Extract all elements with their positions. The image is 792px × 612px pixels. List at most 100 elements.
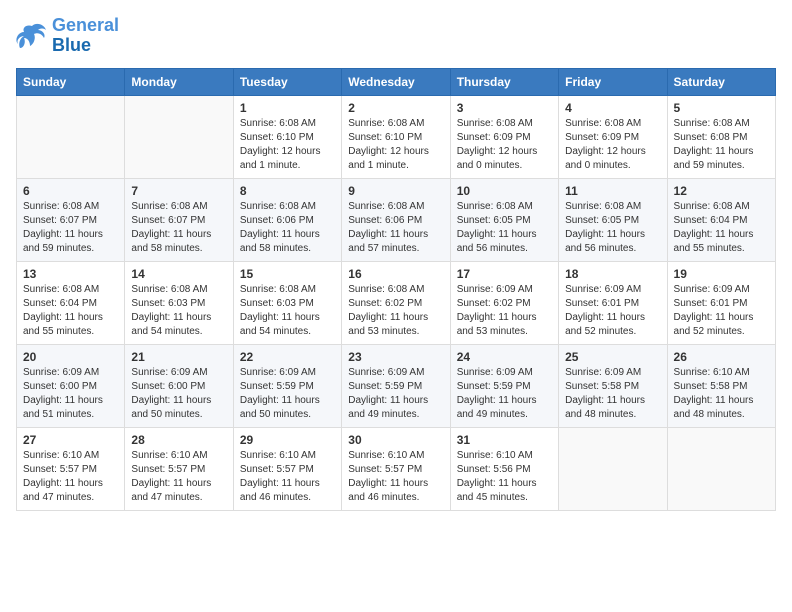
day-info: Sunrise: 6:10 AM Sunset: 5:57 PM Dayligh… [131, 449, 226, 505]
weekday-header: Tuesday [233, 68, 341, 95]
day-info: Sunrise: 6:10 AM Sunset: 5:57 PM Dayligh… [240, 449, 335, 505]
calendar-cell: 27 Sunrise: 6:10 AM Sunset: 5:57 PM Dayli… [17, 427, 125, 510]
day-number: 29 [240, 433, 335, 447]
calendar-cell: 12 Sunrise: 6:08 AM Sunset: 6:04 PM Dayli… [667, 178, 775, 261]
day-number: 1 [240, 101, 335, 115]
calendar-cell: 6 Sunrise: 6:08 AM Sunset: 6:07 PM Daylig… [17, 178, 125, 261]
calendar-cell: 2 Sunrise: 6:08 AM Sunset: 6:10 PM Daylig… [342, 95, 450, 178]
weekday-header: Wednesday [342, 68, 450, 95]
calendar-cell: 7Sunrise: 6:08 AM Sunset: 6:07 PM Daylig… [125, 178, 233, 261]
weekday-header: Thursday [450, 68, 558, 95]
day-number: 30 [348, 433, 443, 447]
calendar-cell: 22 Sunrise: 6:09 AM Sunset: 5:59 PM Dayli… [233, 344, 341, 427]
day-info: Sunrise: 6:08 AM Sunset: 6:04 PM Dayligh… [23, 283, 118, 339]
calendar-cell: 10 Sunrise: 6:08 AM Sunset: 6:05 PM Dayli… [450, 178, 558, 261]
day-info: Sunrise: 6:08 AM Sunset: 6:05 PM Dayligh… [565, 200, 660, 256]
day-number: 21 [131, 350, 226, 364]
day-info: Sunrise: 6:09 AM Sunset: 6:00 PM Dayligh… [131, 366, 226, 422]
calendar-cell: 13 Sunrise: 6:08 AM Sunset: 6:04 PM Dayli… [17, 261, 125, 344]
calendar-week-row: 20 Sunrise: 6:09 AM Sunset: 6:00 PM Dayli… [17, 344, 776, 427]
calendar-cell [667, 427, 775, 510]
day-info: Sunrise: 6:08 AM Sunset: 6:02 PM Dayligh… [348, 283, 443, 339]
calendar-cell: 25Sunrise: 6:09 AM Sunset: 5:58 PM Dayli… [559, 344, 667, 427]
calendar-cell: 24 Sunrise: 6:09 AM Sunset: 5:59 PM Dayli… [450, 344, 558, 427]
day-number: 8 [240, 184, 335, 198]
day-number: 10 [457, 184, 552, 198]
day-info: Sunrise: 6:10 AM Sunset: 5:57 PM Dayligh… [348, 449, 443, 505]
day-info: Sunrise: 6:10 AM Sunset: 5:58 PM Dayligh… [674, 366, 769, 422]
day-info: Sunrise: 6:08 AM Sunset: 6:08 PM Dayligh… [674, 117, 769, 173]
day-number: 22 [240, 350, 335, 364]
day-number: 17 [457, 267, 552, 281]
calendar-cell: 1 Sunrise: 6:08 AM Sunset: 6:10 PM Daylig… [233, 95, 341, 178]
day-info: Sunrise: 6:09 AM Sunset: 5:59 PM Dayligh… [240, 366, 335, 422]
weekday-header: Monday [125, 68, 233, 95]
logo: General Blue [16, 16, 119, 56]
weekday-header: Friday [559, 68, 667, 95]
day-info: Sunrise: 6:08 AM Sunset: 6:04 PM Dayligh… [674, 200, 769, 256]
day-info: Sunrise: 6:08 AM Sunset: 6:10 PM Dayligh… [240, 117, 335, 173]
calendar-cell: 14 Sunrise: 6:08 AM Sunset: 6:03 PM Dayli… [125, 261, 233, 344]
day-number: 26 [674, 350, 769, 364]
day-info: Sunrise: 6:08 AM Sunset: 6:03 PM Dayligh… [240, 283, 335, 339]
calendar-header: SundayMondayTuesdayWednesdayThursdayFrid… [17, 68, 776, 95]
day-number: 6 [23, 184, 118, 198]
day-info: Sunrise: 6:08 AM Sunset: 6:06 PM Dayligh… [348, 200, 443, 256]
day-info: Sunrise: 6:08 AM Sunset: 6:06 PM Dayligh… [240, 200, 335, 256]
day-number: 2 [348, 101, 443, 115]
calendar-cell: 5Sunrise: 6:08 AM Sunset: 6:08 PM Daylig… [667, 95, 775, 178]
calendar-week-row: 1 Sunrise: 6:08 AM Sunset: 6:10 PM Daylig… [17, 95, 776, 178]
calendar-cell: 17 Sunrise: 6:09 AM Sunset: 6:02 PM Dayli… [450, 261, 558, 344]
calendar-cell: 19 Sunrise: 6:09 AM Sunset: 6:01 PM Dayli… [667, 261, 775, 344]
calendar-week-row: 13 Sunrise: 6:08 AM Sunset: 6:04 PM Dayli… [17, 261, 776, 344]
calendar-cell: 20Sunrise: 6:09 AM Sunset: 6:00 PM Dayli… [17, 344, 125, 427]
day-number: 13 [23, 267, 118, 281]
day-info: Sunrise: 6:08 AM Sunset: 6:09 PM Dayligh… [565, 117, 660, 173]
calendar-week-row: 6 Sunrise: 6:08 AM Sunset: 6:07 PM Daylig… [17, 178, 776, 261]
calendar-cell: 18Sunrise: 6:09 AM Sunset: 6:01 PM Dayli… [559, 261, 667, 344]
day-info: Sunrise: 6:08 AM Sunset: 6:03 PM Dayligh… [131, 283, 226, 339]
day-number: 9 [348, 184, 443, 198]
calendar-cell: 4 Sunrise: 6:08 AM Sunset: 6:09 PM Daylig… [559, 95, 667, 178]
calendar-cell: 9 Sunrise: 6:08 AM Sunset: 6:06 PM Daylig… [342, 178, 450, 261]
day-number: 31 [457, 433, 552, 447]
calendar-cell: 26 Sunrise: 6:10 AM Sunset: 5:58 PM Dayli… [667, 344, 775, 427]
day-number: 28 [131, 433, 226, 447]
calendar-week-row: 27 Sunrise: 6:10 AM Sunset: 5:57 PM Dayli… [17, 427, 776, 510]
day-number: 16 [348, 267, 443, 281]
day-info: Sunrise: 6:09 AM Sunset: 5:59 PM Dayligh… [457, 366, 552, 422]
calendar-table: SundayMondayTuesdayWednesdayThursdayFrid… [16, 68, 776, 511]
page-header: General Blue [16, 16, 776, 56]
calendar-cell: 31 Sunrise: 6:10 AM Sunset: 5:56 PM Dayli… [450, 427, 558, 510]
day-number: 27 [23, 433, 118, 447]
calendar-cell: 11Sunrise: 6:08 AM Sunset: 6:05 PM Dayli… [559, 178, 667, 261]
logo-text: General Blue [52, 16, 119, 56]
day-info: Sunrise: 6:10 AM Sunset: 5:57 PM Dayligh… [23, 449, 118, 505]
calendar-cell: 15 Sunrise: 6:08 AM Sunset: 6:03 PM Dayli… [233, 261, 341, 344]
day-info: Sunrise: 6:10 AM Sunset: 5:56 PM Dayligh… [457, 449, 552, 505]
day-info: Sunrise: 6:09 AM Sunset: 6:02 PM Dayligh… [457, 283, 552, 339]
day-number: 23 [348, 350, 443, 364]
day-number: 14 [131, 267, 226, 281]
day-info: Sunrise: 6:08 AM Sunset: 6:05 PM Dayligh… [457, 200, 552, 256]
day-info: Sunrise: 6:09 AM Sunset: 6:01 PM Dayligh… [674, 283, 769, 339]
calendar-cell: 3Sunrise: 6:08 AM Sunset: 6:09 PM Daylig… [450, 95, 558, 178]
calendar-cell [17, 95, 125, 178]
day-info: Sunrise: 6:08 AM Sunset: 6:10 PM Dayligh… [348, 117, 443, 173]
calendar-cell [559, 427, 667, 510]
calendar-cell [125, 95, 233, 178]
day-number: 4 [565, 101, 660, 115]
calendar-cell: 16 Sunrise: 6:08 AM Sunset: 6:02 PM Dayli… [342, 261, 450, 344]
day-number: 20 [23, 350, 118, 364]
calendar-cell: 30 Sunrise: 6:10 AM Sunset: 5:57 PM Dayli… [342, 427, 450, 510]
day-number: 15 [240, 267, 335, 281]
day-number: 3 [457, 101, 552, 115]
day-info: Sunrise: 6:08 AM Sunset: 6:07 PM Dayligh… [23, 200, 118, 256]
calendar-cell: 23Sunrise: 6:09 AM Sunset: 5:59 PM Dayli… [342, 344, 450, 427]
day-number: 12 [674, 184, 769, 198]
day-info: Sunrise: 6:09 AM Sunset: 6:01 PM Dayligh… [565, 283, 660, 339]
calendar-cell: 28 Sunrise: 6:10 AM Sunset: 5:57 PM Dayli… [125, 427, 233, 510]
day-number: 24 [457, 350, 552, 364]
day-number: 25 [565, 350, 660, 364]
day-number: 19 [674, 267, 769, 281]
